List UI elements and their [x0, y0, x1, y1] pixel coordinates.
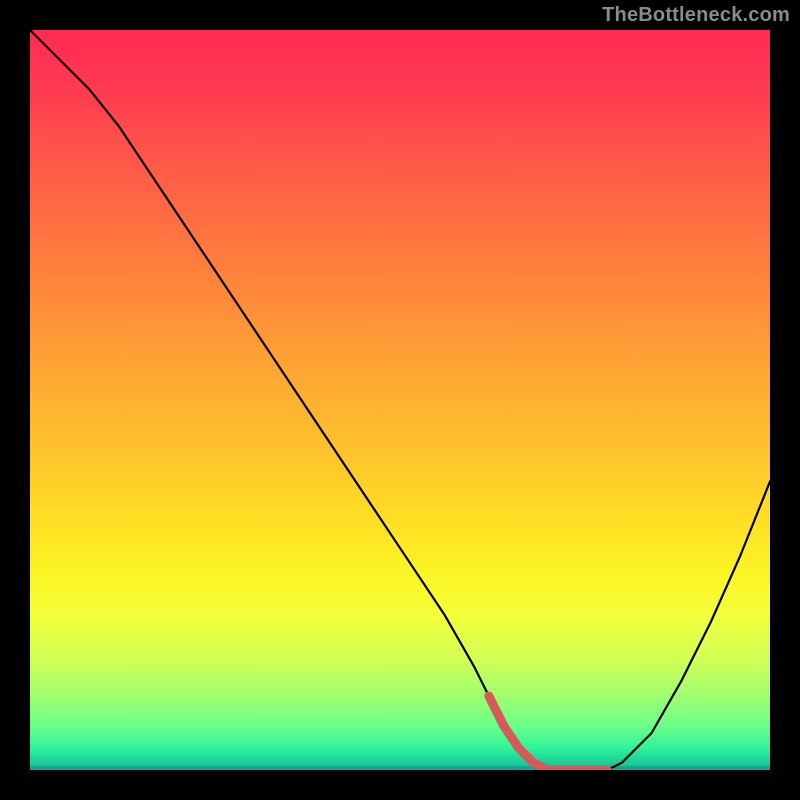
curve-layer	[30, 30, 770, 770]
chart-container: TheBottleneck.com	[0, 0, 800, 800]
attribution-label: TheBottleneck.com	[602, 4, 790, 27]
plot-area	[30, 30, 770, 770]
optimal-range-highlight	[489, 696, 607, 770]
bottleneck-curve	[30, 30, 770, 770]
